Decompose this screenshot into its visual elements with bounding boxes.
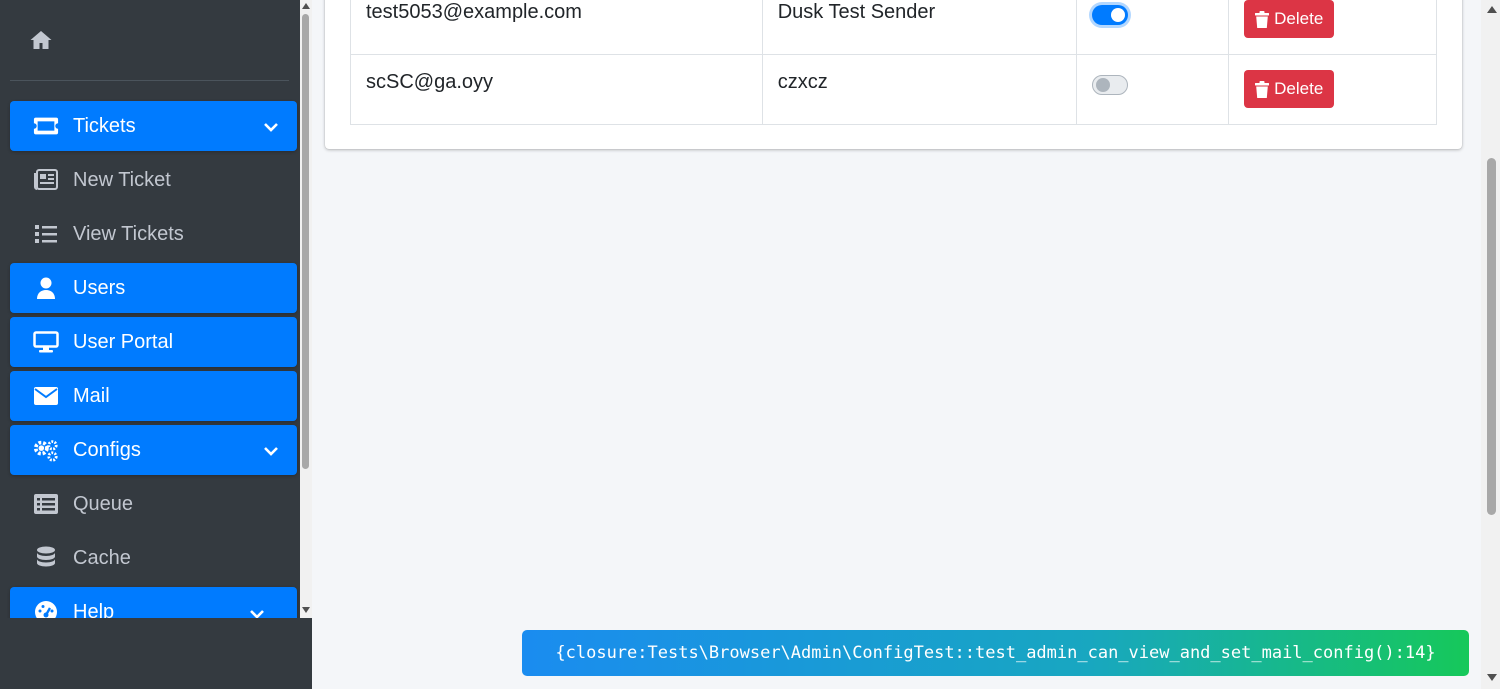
home-icon[interactable] xyxy=(29,28,53,52)
sidebar-nav: Tickets New Ticket View Tickets Users Us… xyxy=(0,0,300,618)
table-row: test5053@example.com Dusk Test Sender De… xyxy=(350,0,1437,55)
sidebar-divider xyxy=(10,80,289,81)
tachometer-icon xyxy=(33,600,59,618)
sidebar-scrollbar[interactable] xyxy=(300,0,312,618)
delete-button-label: Delete xyxy=(1274,9,1324,28)
enabled-cell xyxy=(1076,54,1230,125)
desktop-icon xyxy=(33,330,59,354)
sender-email: test5053@example.com xyxy=(366,1,582,23)
sidebar-item-cache[interactable]: Cache xyxy=(10,533,297,583)
sidebar-item-label: Mail xyxy=(73,385,110,407)
user-icon xyxy=(33,276,59,300)
sidebar-item-tickets[interactable]: Tickets xyxy=(10,101,297,151)
sidebar-item-label: View Tickets xyxy=(73,223,184,245)
scroll-down-arrow-icon[interactable] xyxy=(302,607,310,613)
delete-button[interactable]: Delete xyxy=(1244,0,1335,38)
enabled-toggle[interactable] xyxy=(1092,75,1129,95)
delete-button[interactable]: Delete xyxy=(1244,70,1335,108)
sender-name-cell: czxcz xyxy=(761,54,1078,125)
page-scrollbar[interactable] xyxy=(1481,0,1500,689)
enabled-cell xyxy=(1076,0,1230,55)
sidebar-item-label: Users xyxy=(73,277,126,299)
chevron-down-icon xyxy=(263,118,279,134)
chevron-down-icon xyxy=(249,605,265,618)
sidebar-item-new-ticket[interactable]: New Ticket xyxy=(10,155,297,205)
sender-email: scSC@ga.oyy xyxy=(366,71,494,93)
scroll-up-arrow-icon[interactable] xyxy=(1487,6,1497,13)
page-scrollbar-thumb[interactable] xyxy=(1487,158,1496,515)
sidebar-item-label: Cache xyxy=(73,547,131,569)
chevron-down-icon xyxy=(263,442,279,458)
sender-name-cell: Dusk Test Sender xyxy=(761,0,1078,55)
list-alt-icon xyxy=(33,492,59,516)
scroll-up-arrow-icon[interactable] xyxy=(302,3,310,9)
sender-name: Dusk Test Sender xyxy=(777,1,936,23)
sender-email-cell: test5053@example.com xyxy=(350,0,763,55)
list-icon xyxy=(33,222,59,246)
sidebar-item-configs[interactable]: Configs xyxy=(10,425,297,475)
sidebar-item-label: Configs xyxy=(73,439,141,461)
sidebar-item-label: Tickets xyxy=(73,115,136,137)
actions-cell: Delete xyxy=(1228,0,1437,55)
sidebar-item-label: New Ticket xyxy=(73,169,171,191)
sidebar-item-label: Help xyxy=(73,601,115,618)
toast-text: {closure:Tests\Browser\Admin\ConfigTest:… xyxy=(555,643,1436,663)
sidebar-item-help[interactable]: Help xyxy=(10,587,297,618)
newspaper-icon xyxy=(33,168,59,192)
sidebar-item-users[interactable]: Users xyxy=(10,263,297,313)
envelope-icon xyxy=(33,384,59,408)
sender-name: czxcz xyxy=(777,71,828,93)
trash-icon xyxy=(1255,10,1270,28)
sidebar-item-label: User Portal xyxy=(73,331,174,353)
sender-email-cell: scSC@ga.oyy xyxy=(350,54,763,125)
sidebar-item-mail[interactable]: Mail xyxy=(10,371,297,421)
sidebar-item-view-tickets[interactable]: View Tickets xyxy=(10,209,297,259)
delete-button-label: Delete xyxy=(1274,79,1324,98)
toggle-knob xyxy=(1096,78,1111,92)
mail-senders-table: test5053@example.com Dusk Test Sender De… xyxy=(350,0,1437,125)
sidebar-item-user-portal[interactable]: User Portal xyxy=(10,317,297,367)
test-toast-notification: {closure:Tests\Browser\Admin\ConfigTest:… xyxy=(522,630,1469,676)
toggle-knob xyxy=(1111,8,1126,22)
ticket-icon xyxy=(33,114,59,138)
sidebar-scrollbar-thumb[interactable] xyxy=(302,14,309,469)
database-icon xyxy=(33,546,59,570)
trash-icon xyxy=(1255,80,1270,98)
sidebar: Tickets New Ticket View Tickets Users Us… xyxy=(0,0,312,689)
scroll-down-arrow-icon[interactable] xyxy=(1487,674,1497,681)
table-row: scSC@ga.oyy czxcz Delete xyxy=(350,54,1437,125)
sidebar-item-label: Queue xyxy=(73,493,134,515)
cogs-icon xyxy=(33,438,59,462)
enabled-toggle[interactable] xyxy=(1092,5,1129,25)
sidebar-item-queue[interactable]: Queue xyxy=(10,479,297,529)
actions-cell: Delete xyxy=(1228,54,1437,125)
